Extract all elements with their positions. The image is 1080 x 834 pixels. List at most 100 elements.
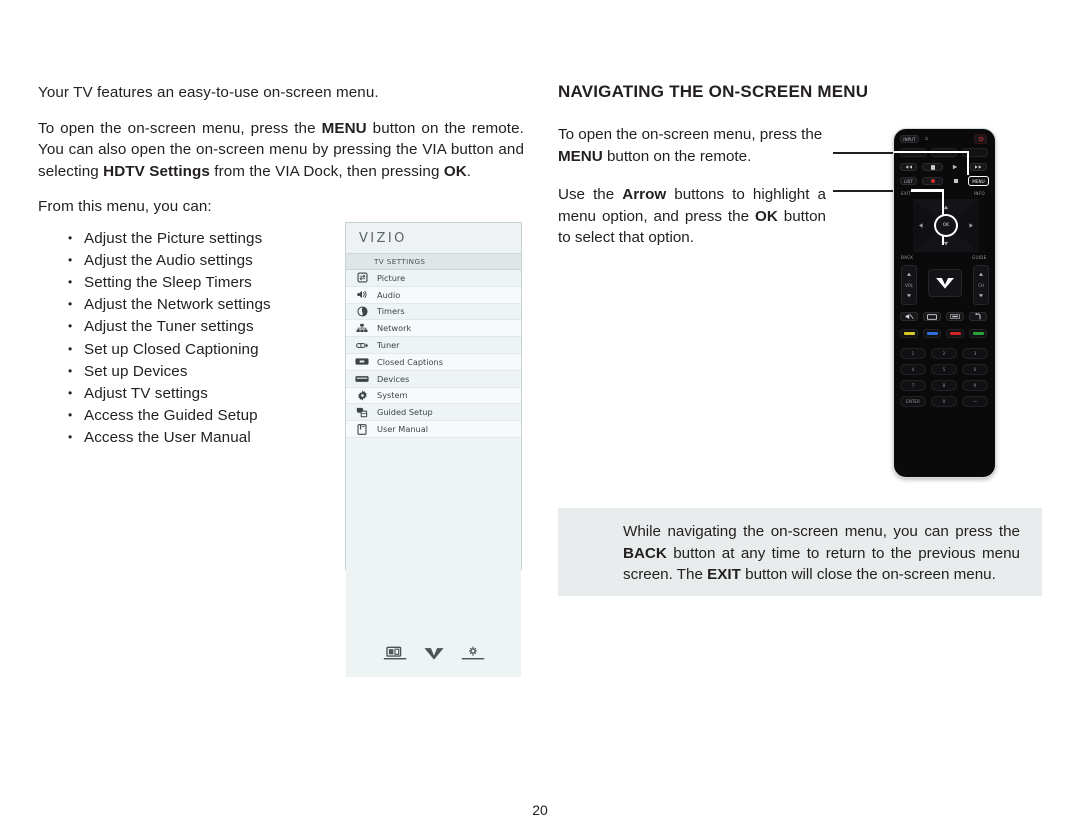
green-button[interactable]: [969, 329, 987, 338]
callout-note-box: While navigating the on-screen menu, you…: [558, 508, 1042, 596]
blue-bar: [926, 332, 938, 335]
vizio-logo-text: VIZIO: [359, 230, 407, 246]
arrow-keyword: Arrow: [622, 186, 667, 203]
play-button[interactable]: [947, 163, 964, 171]
user-manual-icon: [352, 422, 372, 436]
number-key[interactable]: 3: [962, 348, 988, 359]
input-label: INPUT: [903, 136, 916, 142]
rewind-button[interactable]: [900, 163, 917, 171]
guided-setup-icon: [352, 405, 372, 419]
fast-forward-icon: [975, 165, 982, 169]
fast-forward-button[interactable]: [970, 163, 987, 171]
red-button[interactable]: [946, 329, 964, 338]
play-icon: [952, 164, 958, 170]
vizio-logo: VIZIO: [346, 223, 521, 253]
right-column: NAVIGATING THE ON-SCREEN MENU To open th…: [558, 82, 868, 266]
svg-text:VOL: VOL: [905, 283, 914, 288]
back-label[interactable]: BACK: [901, 255, 913, 260]
menu-item-timers[interactable]: Timers: [346, 303, 521, 321]
open-menu-text-1: To open the on-screen menu, press the: [38, 119, 322, 137]
ok-button[interactable]: OK: [934, 214, 958, 237]
settings-icon[interactable]: [460, 645, 486, 663]
menu-label: MENU: [972, 178, 985, 184]
menu-item-label: Devices: [377, 373, 410, 384]
svg-text:CH: CH: [978, 283, 984, 288]
sap-button[interactable]: [946, 312, 964, 321]
instruction-text-3: Use the: [558, 186, 623, 203]
menu-item-audio[interactable]: Audio: [346, 286, 521, 304]
dash-key[interactable]: —: [962, 396, 988, 407]
instruction-text-1: To open the on-screen menu, press the: [558, 126, 823, 143]
speaker-icon: [352, 288, 372, 302]
number-key[interactable]: 8: [931, 380, 957, 391]
callout-elbow-menu-vertical: [967, 151, 970, 176]
menu-item-picture[interactable]: Picture: [346, 270, 521, 287]
callout-elbow-ok-horizontal: [911, 189, 944, 192]
cc-icon: [950, 314, 960, 319]
blue-button[interactable]: [923, 329, 941, 338]
stop-record-button[interactable]: [947, 177, 964, 185]
number-key[interactable]: 2: [931, 348, 957, 359]
enter-key[interactable]: ENTER: [900, 396, 926, 407]
menu-item-label: Tuner: [377, 340, 400, 351]
stop-button[interactable]: [922, 163, 943, 171]
tv-settings-menu-screenshot: VIZIO TV SETTINGS Picture Audio Timers N…: [345, 222, 522, 677]
number-key[interactable]: 6: [962, 364, 988, 375]
menu-item-guided-setup[interactable]: Guided Setup: [346, 404, 521, 422]
ok-label: OK: [942, 223, 950, 228]
menu-item-tuner[interactable]: Tuner: [346, 337, 521, 354]
number-key[interactable]: 5: [931, 364, 957, 375]
record-dot-icon: [930, 179, 935, 183]
screen-icon[interactable]: [382, 645, 408, 663]
menu-header-label: TV SETTINGS: [374, 257, 426, 266]
ok-keyword: OK: [755, 207, 778, 225]
vizio-v-icon: [936, 277, 954, 289]
menu-item-network[interactable]: Network: [346, 320, 521, 338]
yellow-button[interactable]: [900, 329, 918, 338]
volume-rocker[interactable]: VOL: [901, 265, 917, 305]
ok-keyword: OK: [443, 162, 467, 180]
number-key[interactable]: 7: [900, 380, 926, 391]
number-key[interactable]: 9: [962, 380, 988, 391]
mute-icon: [905, 313, 913, 320]
menu-button[interactable]: MENU: [968, 176, 989, 186]
remote-control-illustration: INPUT ⏻ LIST MENU EXIT INFO OK BACK GUID…: [893, 128, 996, 478]
wide-button[interactable]: [923, 312, 941, 321]
green-bar: [972, 332, 984, 335]
input-button[interactable]: INPUT: [900, 135, 919, 143]
menu-item-system[interactable]: System: [346, 387, 521, 405]
exit-label[interactable]: EXIT: [901, 191, 911, 196]
vizio-v-icon[interactable]: [421, 645, 447, 663]
yellow-bar: [903, 332, 915, 335]
channel-rocker[interactable]: CH: [973, 265, 989, 305]
open-menu-text-3: from the VIA Dock, then pressing: [209, 162, 444, 180]
back-keyword: BACK: [623, 544, 667, 562]
menu-keyword: MENU: [321, 119, 367, 137]
red-bar: [949, 332, 961, 335]
callout-elbow-menu-horizontal: [894, 151, 969, 154]
number-key-zero[interactable]: 0: [931, 396, 957, 407]
power-button[interactable]: [974, 134, 987, 144]
menu-item-label: Guided Setup: [377, 407, 433, 418]
menu-item-closed-captions[interactable]: Closed Captions: [346, 353, 521, 371]
menu-item-label: Audio: [377, 289, 401, 300]
network-icon: [352, 321, 372, 335]
return-arrow-icon: [975, 313, 981, 320]
power-icon[interactable]: ⏻: [925, 136, 929, 141]
note-text: While navigating the on-screen menu, you…: [558, 508, 1042, 586]
info-label[interactable]: INFO: [974, 191, 985, 196]
menu-item-label: User Manual: [377, 424, 429, 435]
menu-item-devices[interactable]: Devices: [346, 370, 521, 388]
record-button[interactable]: [922, 177, 943, 185]
vizio-via-button[interactable]: [928, 269, 962, 297]
open-menu-text-4: .: [466, 162, 472, 180]
list-button[interactable]: LIST: [900, 177, 917, 185]
menu-content-area: [346, 437, 521, 677]
number-key[interactable]: 1: [900, 348, 926, 359]
last-channel-button[interactable]: [969, 312, 987, 321]
mute-button[interactable]: [900, 312, 918, 321]
number-key[interactable]: 4: [900, 364, 926, 375]
menu-item-user-manual[interactable]: User Manual: [346, 421, 521, 438]
guide-label[interactable]: GUIDE: [972, 255, 986, 260]
stop-icon: [930, 164, 935, 170]
